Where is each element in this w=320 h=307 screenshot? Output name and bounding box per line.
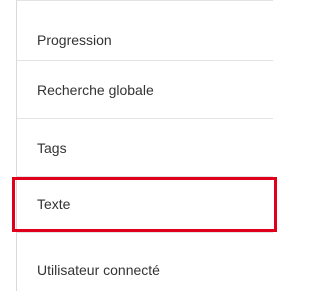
menu-item-label: Recherche globale [37, 82, 154, 98]
menu-item-texte[interactable]: Texte [12, 177, 277, 233]
menu-item-label: Progression [37, 32, 112, 48]
menu-item-label: Texte [37, 196, 71, 212]
menu-item-progression[interactable]: Progression [17, 17, 273, 61]
menu-list: Progression Recherche globale Tags Texte… [12, 0, 277, 291]
menu-item-label: Utilisateur connecté [37, 262, 160, 278]
menu-item-label: Tags [37, 140, 67, 156]
menu-item-utilisateur-connecte[interactable]: Utilisateur connecté [17, 233, 273, 283]
menu-item-recherche-globale[interactable]: Recherche globale [17, 61, 273, 119]
menu-item-tags[interactable]: Tags [17, 119, 273, 177]
